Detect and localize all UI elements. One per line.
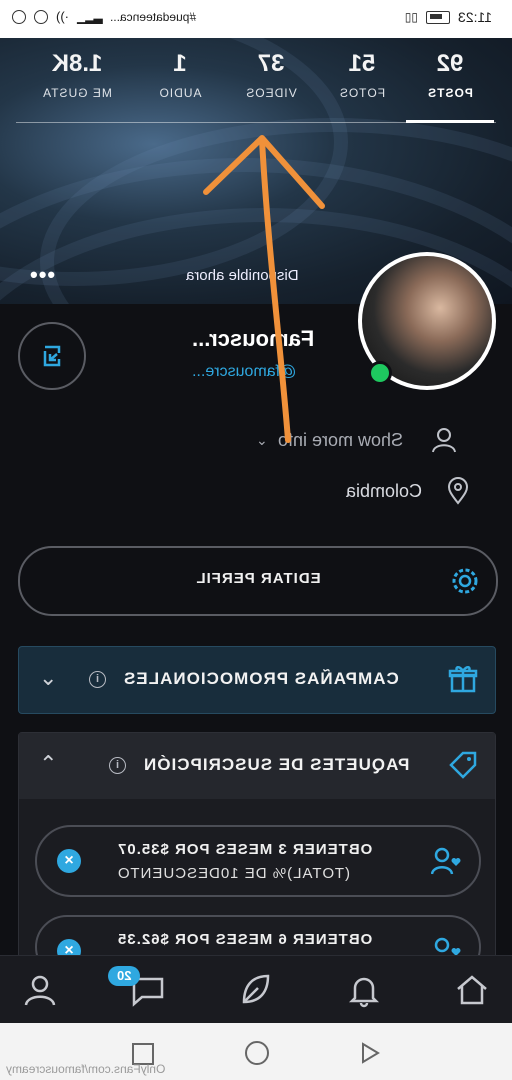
user-icon (431, 428, 456, 453)
status-hashtag: #puedateenca... (109, 9, 196, 24)
gear-icon (452, 568, 478, 594)
promotional-campaigns-section[interactable]: ⌄ i CAMPAÑAS PROMOCIONALES (18, 646, 496, 714)
nav-home[interactable] (452, 970, 492, 1010)
info-icon[interactable]: i (89, 671, 106, 688)
tag-icon (449, 751, 477, 779)
share-button[interactable] (18, 322, 86, 390)
chevron-down-icon: ⌄ (256, 431, 268, 448)
close-icon[interactable]: × (57, 849, 81, 873)
status-bar-content: ((· ▁▂▃ #puedateenca... ▯▯ 11:23 (0, 0, 512, 38)
active-tab-indicator (406, 120, 494, 123)
feather-icon (242, 974, 270, 1004)
location-pin-icon (448, 477, 469, 505)
packages-header[interactable]: ⌄ i PAQUETES DE SUSCRIPCIÓN (19, 733, 495, 799)
profile-tabs: 92 POSTS 51 FOTOS 37 VIDEOS 1 AUDIO 1.8K… (0, 38, 512, 124)
show-more-info[interactable]: ⌄ Show more info (256, 426, 457, 454)
profile-handle[interactable]: @famouscre... (192, 363, 296, 381)
availability-text: Disponible ahora (186, 267, 299, 284)
tab-videos[interactable]: 37 VIDEOS (226, 50, 316, 100)
tab-audio[interactable]: 1 AUDIO (140, 50, 220, 100)
user-icon (24, 975, 56, 1006)
subscription-offer-3-months[interactable]: × OBTENER 3 MESES POR $35.07 (TOTAL)% DE… (35, 825, 481, 897)
bell-icon (348, 977, 380, 1008)
user-heart-icon (431, 847, 461, 875)
location-status-icon (12, 9, 26, 24)
more-options-button[interactable]: ••• (30, 262, 56, 288)
location-row: Colombia (346, 477, 470, 505)
nav-profile[interactable] (20, 970, 60, 1010)
profile-name: Famouscr... (192, 326, 315, 351)
share-icon (43, 345, 61, 367)
chevron-down-icon[interactable]: ⌄ (39, 665, 57, 691)
wifi-icon: ((· (56, 9, 69, 24)
alarm-status-icon (34, 9, 48, 24)
online-indicator (368, 361, 392, 385)
chevron-up-icon[interactable]: ⌄ (39, 749, 57, 775)
info-icon[interactable]: i (109, 757, 126, 774)
tab-posts[interactable]: 92 POSTS (406, 50, 494, 100)
signal-icon: ▁▂▃ (77, 9, 103, 24)
status-time: 11:23 (458, 9, 492, 25)
tab-me-gusta[interactable]: 1.8K ME GUSTA (22, 50, 132, 100)
bottom-navigation (0, 955, 512, 1024)
nav-add-post[interactable] (236, 970, 276, 1010)
vibrate-icon: ▯▯ (404, 10, 418, 24)
gift-icon (448, 666, 478, 693)
nav-notifications[interactable] (344, 970, 384, 1010)
battery-icon (426, 10, 450, 24)
edit-profile-button[interactable]: EDITAR PERFIL (18, 546, 498, 616)
home-icon (457, 975, 487, 1005)
home-button[interactable] (245, 1041, 269, 1065)
back-button[interactable] (358, 1041, 382, 1065)
watermark: OnlyFans.com/famouscreamy (6, 1062, 166, 1076)
messages-badge: 20 (108, 966, 140, 986)
tab-fotos[interactable]: 51 FOTOS (322, 50, 402, 100)
subscription-packages-section: ⌄ i PAQUETES DE SUSCRIPCIÓN × OBTENER 3 … (18, 732, 496, 979)
